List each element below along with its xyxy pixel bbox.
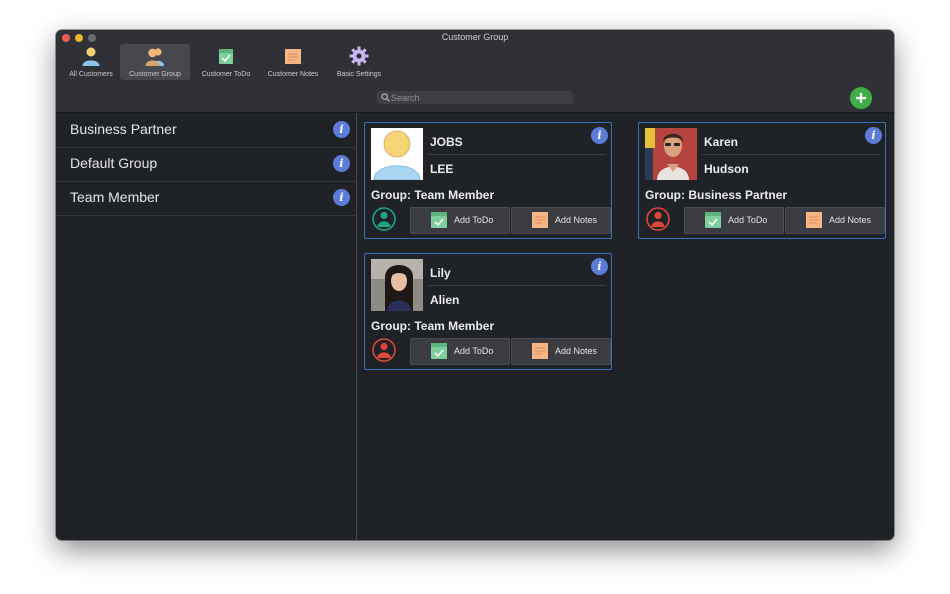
- customer-photo: [645, 128, 697, 180]
- plus-icon: [856, 93, 866, 103]
- button-label: Add Notes: [829, 215, 872, 225]
- todo-icon: [431, 212, 447, 228]
- button-label: Add Notes: [555, 215, 598, 225]
- notes-icon: [806, 212, 822, 228]
- first-name: JOBS: [430, 135, 463, 149]
- customer-photo: [371, 259, 423, 311]
- info-icon[interactable]: i: [591, 127, 608, 144]
- last-name: Alien: [430, 293, 460, 307]
- toolbar-label: All Customers: [69, 71, 113, 78]
- customer-group-label: Group: Team Member: [371, 188, 495, 202]
- toolbar-label: Customer ToDo: [201, 71, 251, 78]
- info-icon[interactable]: i: [333, 155, 350, 172]
- search-input[interactable]: [391, 91, 566, 104]
- person-icon: [82, 47, 100, 66]
- info-icon[interactable]: i: [333, 121, 350, 138]
- app-window: Customer Group All Customers Customer Gr…: [56, 30, 894, 540]
- search-field[interactable]: [377, 91, 573, 104]
- toolbar-label: Customer Notes: [267, 71, 319, 78]
- notes-icon: [532, 212, 548, 228]
- add-notes-button[interactable]: Add Notes: [785, 207, 885, 234]
- button-label: Add Notes: [555, 346, 598, 356]
- group-icon: [145, 48, 164, 66]
- sidebar-item-business-partner[interactable]: Business Partner i: [56, 113, 356, 148]
- search-icon: [381, 93, 390, 102]
- title-bar: Customer Group All Customers Customer Gr…: [56, 30, 894, 113]
- last-name: Hudson: [704, 162, 749, 176]
- divider: [428, 154, 606, 155]
- customer-photo-image: [371, 259, 423, 311]
- group-label: Team Member: [70, 189, 160, 205]
- gear-icon: [349, 46, 369, 66]
- todo-icon: [219, 49, 233, 64]
- customer-group-label: Group: Business Partner: [645, 188, 788, 202]
- notes-icon: [532, 343, 548, 359]
- first-name: Karen: [704, 135, 739, 149]
- toolbar-label: Customer Group: [129, 71, 181, 78]
- customer-card[interactable]: Karen Hudson Group: Business Partner i A…: [638, 122, 886, 239]
- toolbar-all-customers[interactable]: All Customers: [64, 44, 118, 80]
- add-notes-button[interactable]: Add Notes: [511, 338, 611, 365]
- add-notes-button[interactable]: Add Notes: [511, 207, 611, 234]
- divider: [428, 285, 606, 286]
- sidebar-item-team-member[interactable]: Team Member i: [56, 181, 356, 216]
- button-label: Add ToDo: [728, 215, 768, 225]
- customer-card[interactable]: JOBS LEE Group: Team Member i Add ToDo A…: [364, 122, 612, 239]
- add-customer-button[interactable]: [850, 87, 872, 109]
- status-person-red-icon: [646, 207, 670, 231]
- first-name: Lily: [430, 266, 451, 280]
- toolbar-label: Basic Settings: [336, 71, 382, 78]
- todo-icon: [705, 212, 721, 228]
- customer-card[interactable]: Lily Alien Group: Team Member i Add ToDo…: [364, 253, 612, 370]
- toolbar-basic-settings[interactable]: Basic Settings: [330, 44, 388, 80]
- avatar-placeholder-icon: [371, 128, 423, 180]
- window-title: Customer Group: [441, 32, 509, 42]
- group-sidebar: Business Partner i Default Group i Team …: [56, 113, 357, 540]
- add-todo-button[interactable]: Add ToDo: [684, 207, 784, 234]
- toolbar-customer-notes[interactable]: Customer Notes: [261, 44, 325, 80]
- last-name: LEE: [430, 162, 454, 176]
- add-todo-button[interactable]: Add ToDo: [410, 207, 510, 234]
- status-person-green-icon: [372, 207, 396, 231]
- todo-icon: [431, 343, 447, 359]
- info-icon[interactable]: i: [333, 189, 350, 206]
- customer-photo-placeholder: [371, 128, 423, 180]
- status-person-red-icon: [372, 338, 396, 362]
- toolbar-customer-group[interactable]: Customer Group: [120, 44, 190, 80]
- divider: [702, 154, 880, 155]
- button-label: Add ToDo: [454, 346, 494, 356]
- group-label: Default Group: [70, 155, 158, 171]
- info-icon[interactable]: i: [591, 258, 608, 275]
- sidebar-item-default-group[interactable]: Default Group i: [56, 147, 356, 182]
- toolbar-customer-todo[interactable]: Customer ToDo: [194, 44, 258, 80]
- customer-group-label: Group: Team Member: [371, 319, 495, 333]
- info-icon[interactable]: i: [865, 127, 882, 144]
- button-label: Add ToDo: [454, 215, 494, 225]
- group-label: Business Partner: [70, 121, 177, 137]
- add-todo-button[interactable]: Add ToDo: [410, 338, 510, 365]
- customer-photo-image: [645, 128, 697, 180]
- notes-icon: [285, 49, 301, 64]
